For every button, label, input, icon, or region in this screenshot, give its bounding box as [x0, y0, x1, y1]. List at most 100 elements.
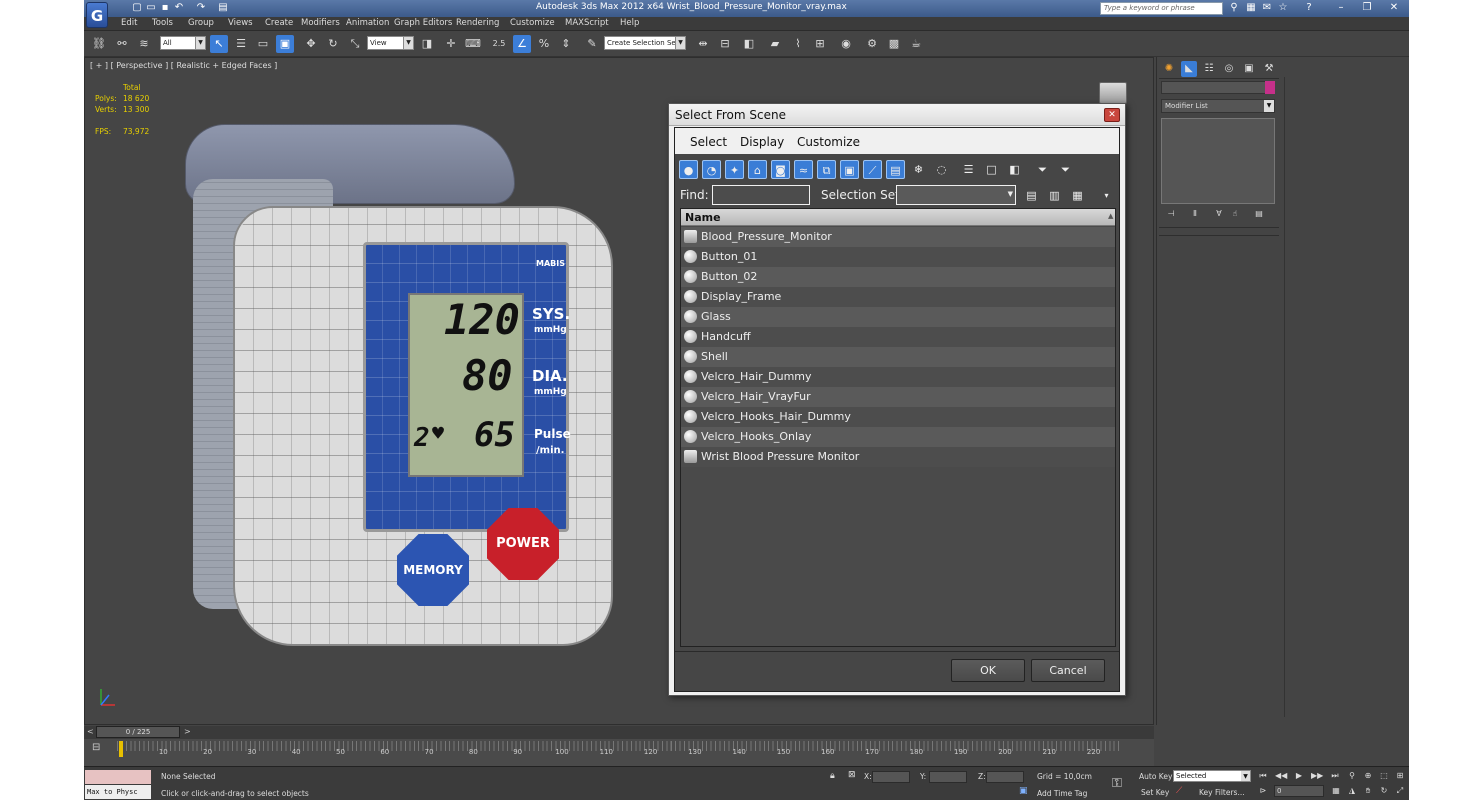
display-frozen-icon[interactable]: ❄: [909, 160, 928, 179]
select-object-icon[interactable]: ↖: [210, 35, 228, 53]
current-frame-marker[interactable]: [119, 741, 123, 757]
menu-graph-editors[interactable]: Graph Editors: [394, 18, 452, 28]
project-folder-icon[interactable]: ▤: [216, 1, 230, 15]
display-all-icon[interactable]: ☰: [959, 160, 978, 179]
current-frame-field[interactable]: 0: [1274, 785, 1324, 797]
favorites-icon[interactable]: ☆: [1276, 1, 1290, 15]
track-bar[interactable]: ⊟ 10 20 30 40 50 60 70 80 90 100 110 120 130 140 150 16…: [84, 739, 1154, 766]
list-item[interactable]: Velcro_Hooks_Onlay: [681, 427, 1115, 447]
pin-stack-icon[interactable]: ⊣: [1165, 209, 1177, 221]
subscription-icon[interactable]: ▦: [1244, 1, 1258, 15]
name-column-header[interactable]: Name ▲: [681, 209, 1115, 226]
display-hidden-icon[interactable]: ◌: [932, 160, 951, 179]
bind-space-warp-icon[interactable]: ≋: [135, 35, 153, 53]
field-of-view-icon[interactable]: ◮: [1346, 785, 1358, 797]
minimize-button[interactable]: –: [1328, 0, 1354, 16]
new-file-icon[interactable]: ▢: [130, 1, 144, 15]
list-item[interactable]: Velcro_Hooks_Hair_Dummy: [681, 407, 1115, 427]
link-icon[interactable]: ⛓: [90, 35, 108, 53]
list-item[interactable]: Button_02: [681, 267, 1115, 287]
display-bones-icon[interactable]: ⟋: [863, 160, 882, 179]
display-cameras-icon[interactable]: ⌂: [748, 160, 767, 179]
list-item[interactable]: Display_Frame: [681, 287, 1115, 307]
mirror-icon[interactable]: ⇹: [694, 35, 712, 53]
selection-filter-dropdown[interactable]: All ▼: [160, 36, 206, 50]
app-logo-icon[interactable]: G: [86, 2, 108, 28]
spinner-snap-icon[interactable]: ⇕: [557, 35, 575, 53]
menu-animation[interactable]: Animation: [346, 18, 389, 28]
slider-right-arrow-icon[interactable]: >: [184, 727, 191, 736]
object-color-swatch[interactable]: [1265, 81, 1275, 94]
zoom-extents-all-icon[interactable]: ⊞: [1394, 770, 1406, 782]
absolute-mode-icon[interactable]: ⊠: [848, 770, 856, 780]
display-groups-icon[interactable]: ⧉: [817, 160, 836, 179]
snaps-toggle-icon[interactable]: 2.5: [490, 35, 508, 53]
play-icon[interactable]: ▶: [1293, 770, 1305, 782]
align-icon[interactable]: ⊟: [716, 35, 734, 53]
named-selection-set-dropdown[interactable]: Create Selection Se ▼: [604, 36, 686, 50]
menu-create[interactable]: Create: [265, 18, 293, 28]
display-helpers-icon[interactable]: ◙: [771, 160, 790, 179]
menu-views[interactable]: Views: [228, 18, 253, 28]
display-tab-icon[interactable]: ▣: [1241, 61, 1257, 77]
display-shapes-icon[interactable]: ◔: [702, 160, 721, 179]
next-frame-icon[interactable]: ▶︎▶︎: [1311, 770, 1323, 782]
modifier-list-dropdown[interactable]: Modifier List ▼: [1161, 99, 1275, 113]
maxscript-input[interactable]: Max to Physc: [85, 785, 151, 799]
graphite-tools-icon[interactable]: ▰: [766, 35, 784, 53]
dialog-menu-select[interactable]: Select: [690, 135, 727, 149]
rotate-icon[interactable]: ↻: [324, 35, 342, 53]
maxscript-listener-mini[interactable]: [85, 770, 151, 784]
show-end-result-icon[interactable]: Ⅱ: [1189, 209, 1201, 221]
schematic-view-icon[interactable]: ⊞: [811, 35, 829, 53]
list-item[interactable]: Wrist Blood Pressure Monitor: [681, 447, 1115, 467]
render-setup-icon[interactable]: ⚙: [863, 35, 881, 53]
blood-pressure-monitor-model[interactable]: MABIS 120 80 2 ♥ 65 SYS. mmHg DIA. mmHg …: [185, 124, 615, 654]
layer-manager-icon[interactable]: ◧: [740, 35, 758, 53]
list-item[interactable]: Blood_Pressure_Monitor: [681, 227, 1115, 247]
undo-icon[interactable]: ↶: [172, 1, 186, 15]
time-configuration-icon[interactable]: ▦: [1330, 785, 1342, 797]
dialog-title-bar[interactable]: Select From Scene ✕: [669, 104, 1125, 126]
percent-snap-icon[interactable]: %: [535, 35, 553, 53]
communication-icon[interactable]: ✉: [1260, 1, 1274, 15]
display-space-warps-icon[interactable]: ≈: [794, 160, 813, 179]
previous-frame-icon[interactable]: ◀︎◀︎: [1275, 770, 1287, 782]
material-editor-icon[interactable]: ◉: [837, 35, 855, 53]
list-item[interactable]: Button_01: [681, 247, 1115, 267]
slider-left-arrow-icon[interactable]: <: [87, 727, 94, 736]
dialog-close-button[interactable]: ✕: [1104, 108, 1120, 122]
x-coordinate-field[interactable]: [872, 771, 910, 783]
time-slider-thumb[interactable]: 0 / 225: [96, 726, 180, 738]
scale-icon[interactable]: ⤡: [346, 35, 364, 53]
ok-button[interactable]: OK: [951, 659, 1025, 682]
go-to-end-icon[interactable]: ⏭: [1329, 770, 1341, 782]
render-production-icon[interactable]: ☕: [907, 35, 925, 53]
create-tab-icon[interactable]: ✺: [1161, 61, 1177, 77]
rectangular-selection-icon[interactable]: ▭: [254, 35, 272, 53]
go-to-start-icon[interactable]: ⏮: [1257, 770, 1269, 782]
selection-set-dropdown[interactable]: ▼: [896, 185, 1016, 205]
key-icon[interactable]: ⚿: [1112, 776, 1122, 791]
dialog-menu-customize[interactable]: Customize: [797, 135, 860, 149]
display-invert-icon[interactable]: ◧: [1005, 160, 1024, 179]
select-and-manipulate-icon[interactable]: ✛: [442, 35, 460, 53]
menu-customize[interactable]: Customize: [510, 18, 555, 28]
toolbar-options-icon[interactable]: ▾: [1097, 186, 1116, 205]
filter-icon[interactable]: ⏷: [1033, 160, 1052, 179]
modifier-stack[interactable]: [1161, 118, 1275, 204]
keyboard-shortcut-override-icon[interactable]: ⌨: [464, 35, 482, 53]
set-key-button[interactable]: Set Key: [1141, 788, 1169, 797]
select-children-icon[interactable]: ▦: [1068, 186, 1087, 205]
list-item[interactable]: Glass: [681, 307, 1115, 327]
orbit-icon[interactable]: ↻: [1378, 785, 1390, 797]
close-button[interactable]: ✕: [1381, 0, 1407, 16]
help-icon[interactable]: ?: [1302, 1, 1316, 15]
object-name-field[interactable]: [1161, 81, 1267, 94]
filter-settings-icon[interactable]: ⏷: [1056, 160, 1075, 179]
add-time-tag[interactable]: Add Time Tag: [1037, 789, 1087, 798]
z-coordinate-field[interactable]: [986, 771, 1024, 783]
key-filters-button[interactable]: Key Filters...: [1199, 788, 1245, 797]
display-lights-icon[interactable]: ✦: [725, 160, 744, 179]
menu-edit[interactable]: Edit: [121, 18, 137, 28]
